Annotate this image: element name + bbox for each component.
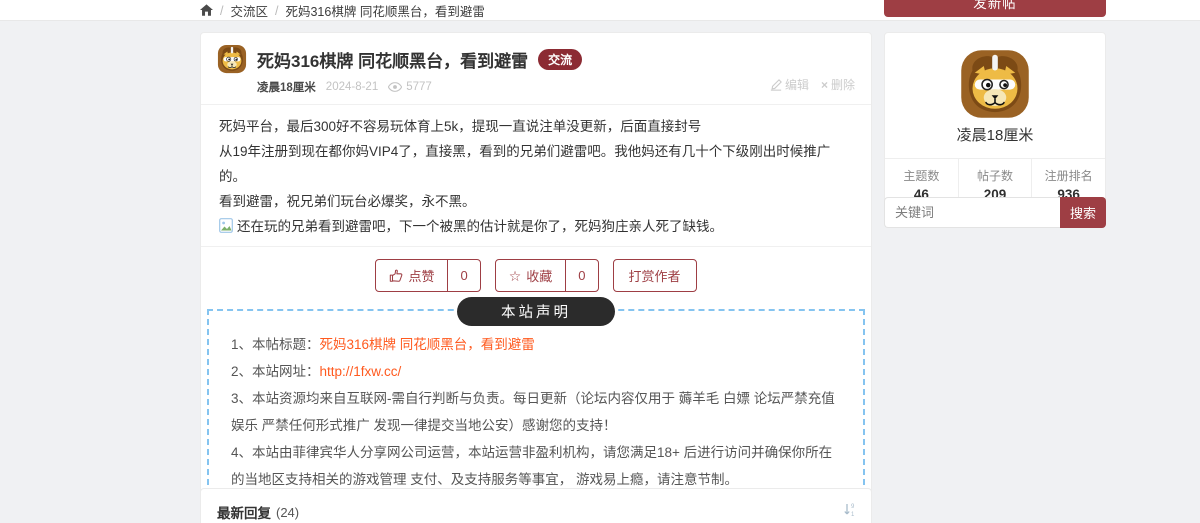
breadcrumb-separator: /: [275, 3, 279, 18]
post-card: 死妈316棋牌 同花顺黑台，看到避雷 交流 凌晨18厘米 2024-8-21 5…: [200, 32, 872, 516]
reward-author-button[interactable]: 打赏作者: [612, 259, 697, 292]
favorite-button[interactable]: ☆ 收藏 0: [494, 259, 599, 292]
breadcrumb-separator: /: [220, 3, 224, 18]
search-button[interactable]: 搜索: [1060, 197, 1106, 228]
declaration-item: 4、本站由菲律宾华人分享网公司运营，本站运营非盈利机构，请您满足18+ 后进行访…: [231, 445, 833, 487]
declaration-title: 本站声明: [457, 297, 615, 326]
profile-avatar[interactable]: [959, 48, 1031, 120]
declaration-item: 1、本帖标题：死妈316棋牌 同花顺黑台，看到避雷: [231, 337, 535, 352]
breadcrumb-item-forum[interactable]: 交流区: [230, 1, 268, 20]
post-paragraph: 还在玩的兄弟看到避雷吧，下一个被黑的估计就是你了，死妈狗庄亲人死了缺钱。: [219, 214, 853, 239]
eye-icon: [388, 82, 403, 92]
replies-title: 最新回复: [217, 506, 271, 521]
site-url-link[interactable]: http://1fxw.cc/: [320, 364, 402, 379]
thumbs-up-icon: [390, 269, 403, 282]
author-profile-card: 凌晨18厘米 主题数 46 帖子数 209 注册排名 936: [884, 32, 1106, 212]
like-count: 0: [447, 260, 479, 291]
star-icon: ☆: [508, 267, 522, 284]
post-author-name[interactable]: 凌晨18厘米: [257, 79, 316, 95]
site-declaration-box: 本站声明 1、本帖标题：死妈316棋牌 同花顺黑台，看到避雷 2、本站网址：ht…: [207, 297, 865, 505]
home-icon[interactable]: [200, 4, 213, 16]
post-category-badge[interactable]: 交流: [538, 48, 583, 70]
breadcrumb: / 交流区 / 死妈316棋牌 同花顺黑台，看到避雷: [200, 0, 485, 21]
sort-icon[interactable]: 91: [843, 503, 855, 522]
svg-text:9: 9: [851, 504, 855, 510]
declaration-item: 2、本站网址：http://1fxw.cc/: [231, 364, 402, 379]
post-meta: 凌晨18厘米 2024-8-21 5777: [257, 79, 855, 95]
breadcrumb-item-current: 死妈316棋牌 同花顺黑台，看到避雷: [285, 5, 485, 19]
like-button[interactable]: 点赞 0: [375, 259, 481, 292]
post-paragraph: 死妈平台，最后300好不容易玩体育上5k，提现一直说注单没更新，后面直接封号: [219, 119, 702, 134]
post-title-link[interactable]: 死妈316棋牌 同花顺黑台，看到避雷: [320, 337, 535, 352]
favorite-count: 0: [565, 260, 597, 291]
profile-username[interactable]: 凌晨18厘米: [885, 124, 1105, 145]
broken-image-icon: [219, 218, 233, 233]
svg-text:1: 1: [851, 512, 855, 517]
post-date: 2024-8-21: [325, 81, 379, 93]
delete-button[interactable]: × 删除: [821, 76, 855, 93]
post-title: 死妈316棋牌 同花顺黑台，看到避雷: [257, 51, 529, 71]
post-header: 死妈316棋牌 同花顺黑台，看到避雷 交流 凌晨18厘米 2024-8-21 5…: [201, 33, 871, 105]
edit-button[interactable]: 编辑: [770, 76, 809, 93]
post-paragraph: 从19年注册到现在都你妈VIP4了，直接黑，看到的兄弟们避雷吧。我他妈还有几十个…: [219, 144, 831, 184]
post-views: 5777: [388, 81, 432, 93]
edit-icon: [770, 78, 782, 91]
search-input[interactable]: [884, 197, 1060, 228]
replies-count: (24): [276, 504, 300, 520]
post-paragraph: 看到避雷，祝兄弟们玩台必爆奖，永不黑。: [219, 194, 476, 209]
post-body: 死妈平台，最后300好不容易玩体育上5k，提现一直说注单没更新，后面直接封号 从…: [201, 105, 871, 247]
sidebar-search: 搜索: [884, 197, 1106, 228]
replies-card: 最新回复 (24) 91: [200, 488, 872, 523]
delete-icon: ×: [820, 77, 828, 92]
post-author-avatar[interactable]: [217, 44, 247, 74]
new-post-button[interactable]: 发新帖: [884, 0, 1106, 17]
declaration-item: 3、本站资源均来自互联网-需自行判断与负责。每日更新（论坛内容仅用于 薅羊毛 白…: [231, 391, 835, 433]
